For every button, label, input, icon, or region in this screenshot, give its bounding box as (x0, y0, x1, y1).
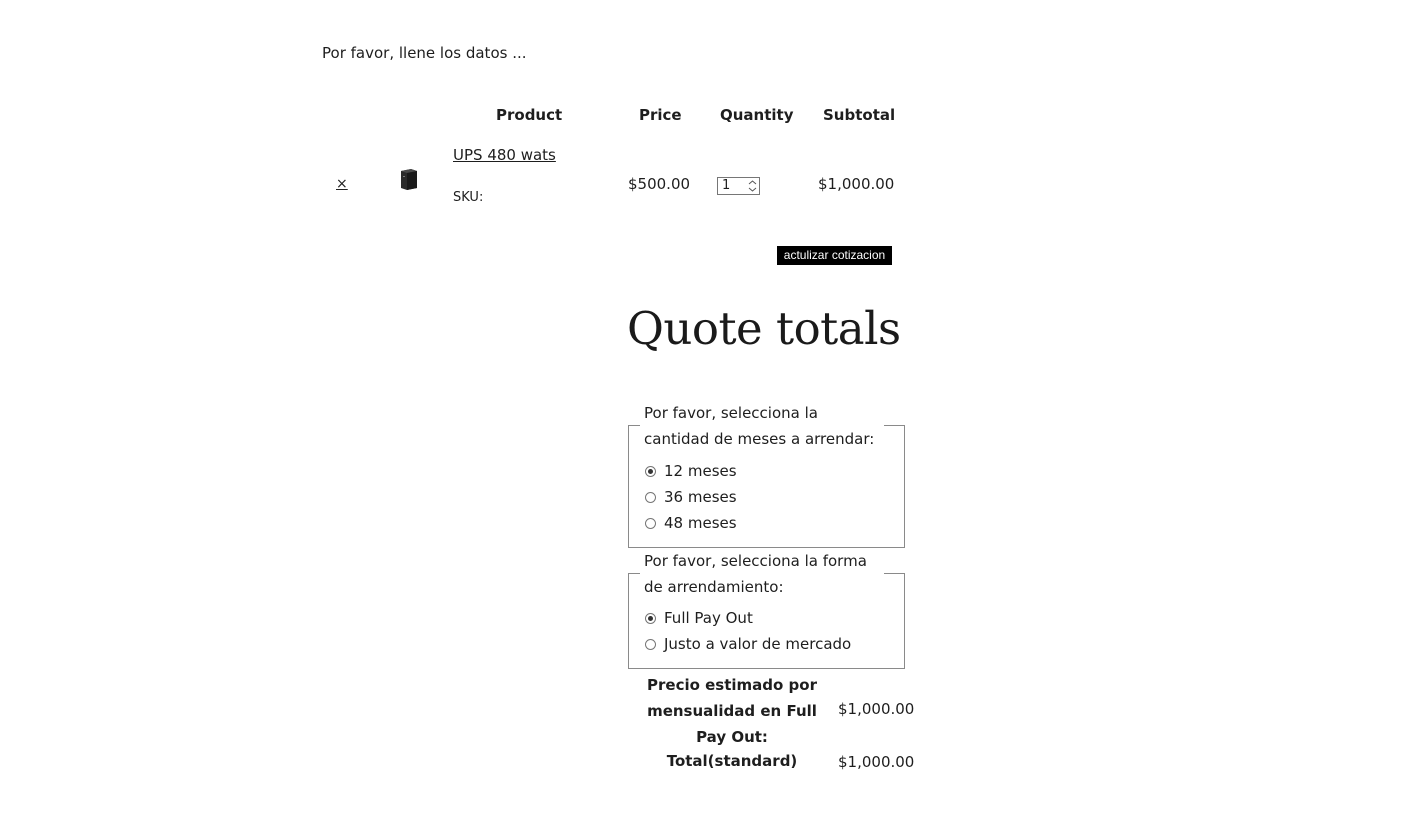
product-link[interactable]: UPS 480 wats (453, 146, 556, 164)
radio-valor-mercado[interactable]: Justo a valor de mercado (645, 635, 851, 653)
radio-label: Full Pay Out (664, 609, 753, 627)
quote-totals-title: Quote totals (627, 302, 901, 355)
lease-legend: Por favor, selecciona la forma de arrend… (640, 548, 884, 600)
item-subtotal: $1,000.00 (818, 175, 895, 193)
header-subtotal: Subtotal (823, 106, 896, 124)
header-quantity: Quantity (720, 106, 794, 124)
item-price: $500.00 (628, 175, 691, 193)
radio-button[interactable] (645, 638, 656, 650)
estimate-value: $1,000.00 (838, 700, 915, 718)
estimate-label: Precio estimado por mensualidad en Full … (647, 676, 817, 746)
radio-36-meses[interactable]: 36 meses (645, 488, 737, 506)
number-spinner-icon[interactable] (747, 179, 758, 193)
ups-product-image[interactable] (397, 167, 421, 191)
quantity-stepper[interactable]: 1 (717, 177, 760, 195)
header-price: Price (639, 106, 682, 124)
radio-button[interactable] (645, 491, 656, 503)
months-legend: Por favor, selecciona la cantidad de mes… (640, 400, 884, 452)
total-value: $1,000.00 (838, 753, 915, 771)
radio-label: 48 meses (664, 514, 737, 532)
radio-button[interactable] (645, 517, 656, 529)
total-label: Total(standard) (666, 752, 798, 770)
radio-button[interactable] (645, 465, 656, 477)
sku-label: SKU: (453, 190, 484, 205)
radio-full-pay-out[interactable]: Full Pay Out (645, 609, 753, 627)
quantity-value: 1 (722, 178, 731, 193)
radio-button[interactable] (645, 612, 656, 624)
radio-label: Justo a valor de mercado (664, 635, 852, 653)
radio-label: 36 meses (664, 488, 737, 506)
header-product: Product (496, 106, 563, 124)
radio-12-meses[interactable]: 12 meses (645, 462, 737, 480)
radio-label: 12 meses (664, 462, 737, 480)
intro-text: Por favor, llene los datos ... (322, 44, 527, 62)
update-quote-button[interactable]: actulizar cotizacion (777, 246, 892, 265)
remove-item-button[interactable]: × (336, 176, 348, 192)
radio-48-meses[interactable]: 48 meses (645, 514, 737, 532)
